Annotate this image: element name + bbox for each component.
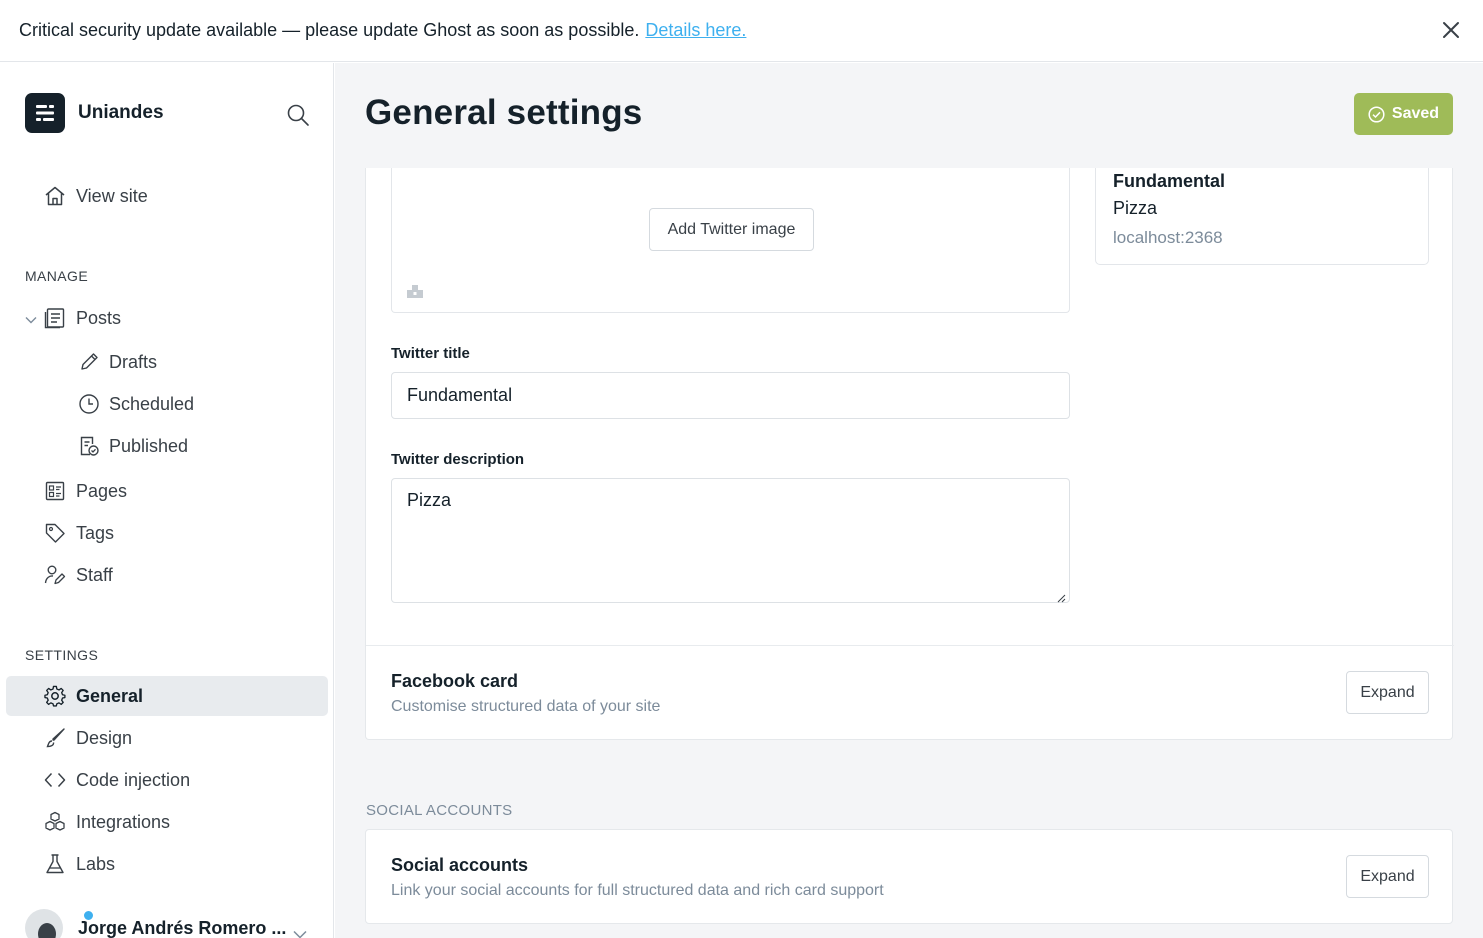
code-icon (44, 769, 66, 791)
site-name: Uniandes (78, 102, 164, 123)
banner-message: Critical security update available — ple… (19, 20, 746, 41)
nav-design[interactable]: Design (6, 718, 328, 758)
brand[interactable]: Uniandes (25, 93, 164, 133)
add-twitter-image-button[interactable]: Add Twitter image (649, 208, 814, 251)
nav-staff[interactable]: Staff (6, 555, 328, 595)
preview-description: Pizza (1113, 198, 1158, 218)
nav-pages[interactable]: Pages (6, 471, 328, 511)
banner-text: Critical security update available — ple… (19, 20, 640, 40)
nav-scheduled-label: Scheduled (109, 393, 195, 414)
nav-published[interactable]: Published (6, 426, 328, 466)
social-accounts-expand-button[interactable]: Expand (1346, 855, 1429, 898)
saved-label: Saved (1391, 105, 1440, 122)
twitter-title-label: Twitter title (391, 345, 470, 362)
check-circle-icon (1368, 105, 1385, 123)
avatar (25, 909, 63, 938)
flask-icon (44, 853, 66, 875)
ghost-logo-icon (25, 93, 65, 133)
nav-staff-label: Staff (76, 564, 113, 585)
home-icon (44, 185, 66, 207)
page-title: General settings (365, 93, 643, 132)
meta-settings-card: Add Twitter image Fundamental Pizza loca… (365, 168, 1454, 740)
nav-integrations[interactable]: Integrations (6, 802, 328, 842)
preview-url: localhost:2368 (1113, 228, 1223, 247)
settings-section-label: SETTINGS (25, 647, 99, 663)
nav-drafts[interactable]: Drafts (6, 342, 328, 382)
pages-icon (44, 480, 66, 502)
nav-labs[interactable]: Labs (6, 844, 328, 884)
facebook-card-expand-button[interactable]: Expand (1346, 671, 1429, 714)
brush-icon (44, 727, 66, 749)
integrations-icon (44, 811, 66, 833)
tag-icon (44, 522, 66, 544)
user-name: Jorge Andrés Romero ... (78, 917, 287, 938)
sidebar: Uniandes View site MANAGE Posts Drafts S… (0, 63, 334, 938)
nav-code-injection[interactable]: Code injection (6, 760, 328, 800)
nav-posts[interactable]: Posts (6, 298, 328, 338)
notification-dot (82, 909, 95, 922)
nav-tags[interactable]: Tags (6, 513, 328, 553)
twitter-description-input[interactable]: Pizza (391, 478, 1070, 603)
user-menu[interactable]: Jorge Andrés Romero ... (25, 909, 307, 938)
twitter-image-upload[interactable]: Add Twitter image (391, 168, 1070, 313)
social-accounts-card: Social accounts Link your social account… (365, 829, 1453, 924)
twitter-description-label: Twitter description (391, 451, 525, 468)
twitter-card-preview: Fundamental Pizza localhost:2368 (1095, 168, 1429, 265)
close-icon[interactable] (1441, 20, 1461, 40)
facebook-card-title: Facebook card (391, 671, 519, 691)
clock-icon (78, 393, 100, 415)
nav-tags-label: Tags (76, 522, 115, 543)
nav-design-label: Design (76, 727, 133, 748)
manage-section-label: MANAGE (25, 268, 89, 284)
pencil-icon (78, 351, 100, 373)
nav-scheduled[interactable]: Scheduled (6, 384, 328, 424)
security-banner: Critical security update available — ple… (0, 0, 1483, 62)
staff-icon (44, 564, 66, 586)
social-accounts-title: Social accounts (391, 855, 529, 875)
social-accounts-subtitle: Link your social accounts for full struc… (391, 882, 884, 899)
social-accounts-section-label: SOCIAL ACCOUNTS (366, 802, 513, 819)
nav-code-injection-label: Code injection (76, 769, 191, 790)
preview-title: Fundamental (1113, 171, 1226, 191)
image-placeholder-icon (406, 282, 424, 300)
nav-view-site[interactable]: View site (6, 176, 328, 216)
nav-posts-label: Posts (76, 307, 122, 328)
nav-drafts-label: Drafts (109, 351, 158, 372)
nav-published-label: Published (109, 435, 189, 456)
saved-button[interactable]: Saved (1354, 93, 1453, 135)
nav-general-label: General (76, 685, 144, 706)
posts-icon (44, 307, 66, 329)
gear-icon (44, 685, 66, 707)
main-content: General settings Saved Add Twitter image… (335, 63, 1483, 938)
nav-integrations-label: Integrations (76, 811, 171, 832)
search-icon[interactable] (286, 103, 310, 127)
resize-handle-icon[interactable] (1056, 590, 1066, 603)
divider (366, 645, 1454, 646)
chevron-down-icon[interactable] (291, 925, 309, 938)
nav-general[interactable]: General (6, 676, 328, 716)
nav-labs-label: Labs (76, 853, 116, 874)
twitter-title-input[interactable]: Fundamental (391, 372, 1070, 419)
facebook-card-subtitle: Customise structured data of your site (391, 698, 661, 715)
published-icon (78, 435, 100, 457)
nav-pages-label: Pages (76, 480, 128, 501)
nav-view-site-label: View site (76, 185, 148, 206)
banner-details-link[interactable]: Details here. (645, 20, 746, 40)
chevron-down-icon[interactable] (24, 311, 38, 325)
